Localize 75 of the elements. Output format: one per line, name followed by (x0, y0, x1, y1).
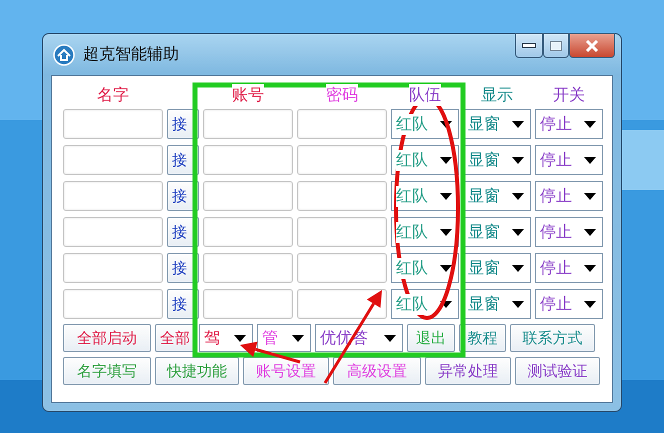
display-dropdown[interactable]: 显窗 (463, 289, 531, 319)
account-field[interactable] (203, 181, 293, 211)
password-field[interactable] (297, 217, 387, 247)
caret-icon (584, 192, 596, 200)
caret-icon (440, 120, 452, 128)
caret-icon (584, 120, 596, 128)
action-button[interactable]: 账号设置 (243, 357, 329, 385)
dropdown[interactable]: 驾 (199, 324, 253, 352)
account-field[interactable] (203, 145, 293, 175)
display-dropdown[interactable]: 显窗 (463, 145, 531, 175)
password-field[interactable] (297, 109, 387, 139)
caret-icon (512, 300, 524, 308)
team-dropdown[interactable]: 红队 (391, 217, 459, 247)
action-button[interactable]: 测试验证 (515, 357, 600, 385)
home-icon (53, 44, 75, 66)
switch-dropdown[interactable]: 停止 (535, 217, 603, 247)
maximize-button[interactable] (543, 33, 569, 58)
display-dropdown[interactable]: 显窗 (463, 109, 531, 139)
dropdown[interactable]: 管 (257, 324, 311, 352)
name-field[interactable] (63, 145, 163, 175)
account-field[interactable] (203, 253, 293, 283)
caret-icon (440, 264, 452, 272)
caret-icon (440, 192, 452, 200)
caret-icon (292, 334, 304, 342)
password-field[interactable] (297, 289, 387, 319)
account-field[interactable] (203, 217, 293, 247)
column-header: 队伍 (409, 84, 441, 106)
display-dropdown[interactable]: 显窗 (463, 217, 531, 247)
password-field[interactable] (297, 253, 387, 283)
close-icon (585, 40, 599, 52)
caret-icon (440, 156, 452, 164)
name-field[interactable] (63, 109, 163, 139)
action-button[interactable]: 联系方式 (510, 324, 595, 352)
display-dropdown[interactable]: 显窗 (463, 253, 531, 283)
caret-icon (512, 156, 524, 164)
team-dropdown[interactable]: 红队 (391, 289, 459, 319)
caret-icon (512, 120, 524, 128)
action-button[interactable]: 异常处理 (425, 357, 511, 385)
action-button[interactable]: 高级设置 (333, 357, 421, 385)
caret-icon (512, 192, 524, 200)
action-button[interactable]: 全部 (155, 324, 195, 352)
action-button[interactable]: 快捷功能 (155, 357, 239, 385)
caret-icon (512, 264, 524, 272)
window-title: 超克智能辅助 (83, 44, 179, 65)
password-field[interactable] (297, 145, 387, 175)
caret-icon (584, 156, 596, 164)
caret-icon (512, 228, 524, 236)
minimize-button[interactable] (515, 33, 543, 58)
display-dropdown[interactable]: 显窗 (463, 181, 531, 211)
action-button[interactable]: 名字填写 (63, 357, 151, 385)
caret-icon (584, 300, 596, 308)
name-field[interactable] (63, 181, 163, 211)
switch-dropdown[interactable]: 停止 (535, 145, 603, 175)
close-button[interactable] (569, 33, 615, 58)
name-field[interactable] (63, 289, 163, 319)
caret-icon (584, 264, 596, 272)
caret-icon (384, 334, 396, 342)
name-field[interactable] (63, 253, 163, 283)
action-button[interactable]: 全部启动 (63, 324, 151, 352)
caret-icon (440, 228, 452, 236)
team-dropdown[interactable]: 红队 (391, 253, 459, 283)
switch-dropdown[interactable]: 停止 (535, 289, 603, 319)
switch-dropdown[interactable]: 停止 (535, 253, 603, 283)
switch-dropdown[interactable]: 停止 (535, 181, 603, 211)
password-field[interactable] (297, 181, 387, 211)
caret-icon (584, 228, 596, 236)
action-button[interactable]: 退出 (407, 324, 455, 352)
name-field[interactable] (63, 217, 163, 247)
account-field[interactable] (203, 109, 293, 139)
team-dropdown[interactable]: 红队 (391, 145, 459, 175)
caret-icon (440, 300, 452, 308)
account-field[interactable] (203, 289, 293, 319)
team-dropdown[interactable]: 红队 (391, 109, 459, 139)
team-dropdown[interactable]: 红队 (391, 181, 459, 211)
switch-dropdown[interactable]: 停止 (535, 109, 603, 139)
